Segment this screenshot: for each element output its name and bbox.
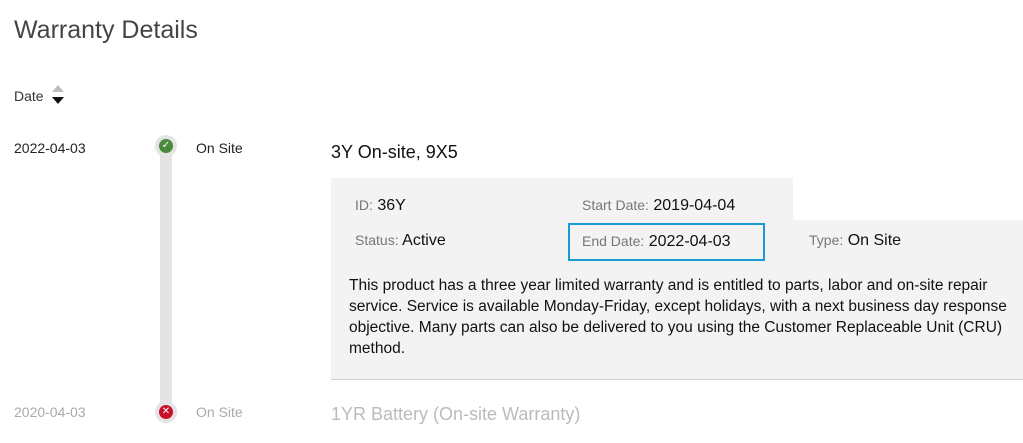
- type-value: On Site: [847, 232, 902, 249]
- warranty-title[interactable]: 1YR Battery (On-site Warranty): [331, 404, 580, 425]
- sort-arrows-icon[interactable]: [51, 84, 64, 108]
- warranty-status: On Site: [196, 140, 243, 156]
- id-value: 36Y: [377, 197, 406, 214]
- start-date-value: 2019-04-04: [653, 197, 736, 214]
- sort-by-date-control[interactable]: Date: [14, 84, 64, 108]
- status-field: Status: Active: [355, 232, 446, 250]
- warranty-title[interactable]: 3Y On-site, 9X5: [331, 142, 458, 163]
- page-title: Warranty Details: [14, 16, 198, 44]
- type-field: Type: On Site: [809, 232, 901, 250]
- end-date-field: End Date: 2022-04-03: [568, 223, 765, 261]
- check-circle-icon: ✓: [159, 139, 173, 153]
- sort-ascending-icon[interactable]: [51, 85, 64, 92]
- warranty-status: On Site: [196, 404, 243, 420]
- end-date-value: 2022-04-03: [648, 233, 731, 250]
- warranty-date: 2022-04-03: [14, 140, 86, 156]
- timeline-node: ✓: [155, 135, 177, 157]
- timeline-node: ✕: [155, 401, 177, 423]
- warranty-id-field: ID: 36Y: [355, 197, 406, 215]
- start-date-label: Start Date:: [582, 197, 649, 213]
- sort-label: Date: [14, 88, 44, 104]
- warranty-description: This product has a three year limited wa…: [349, 277, 1007, 357]
- status-label: Status:: [355, 232, 399, 248]
- x-circle-icon: ✕: [159, 405, 173, 419]
- id-label: ID:: [355, 197, 373, 213]
- sort-descending-icon[interactable]: [51, 97, 64, 104]
- warranty-date: 2020-04-03: [14, 404, 86, 420]
- type-label: Type:: [809, 232, 844, 248]
- start-date-field: Start Date: 2019-04-04: [582, 197, 735, 215]
- status-value: Active: [402, 232, 446, 249]
- timeline-track: [160, 146, 172, 414]
- end-date-label: End Date:: [582, 233, 645, 249]
